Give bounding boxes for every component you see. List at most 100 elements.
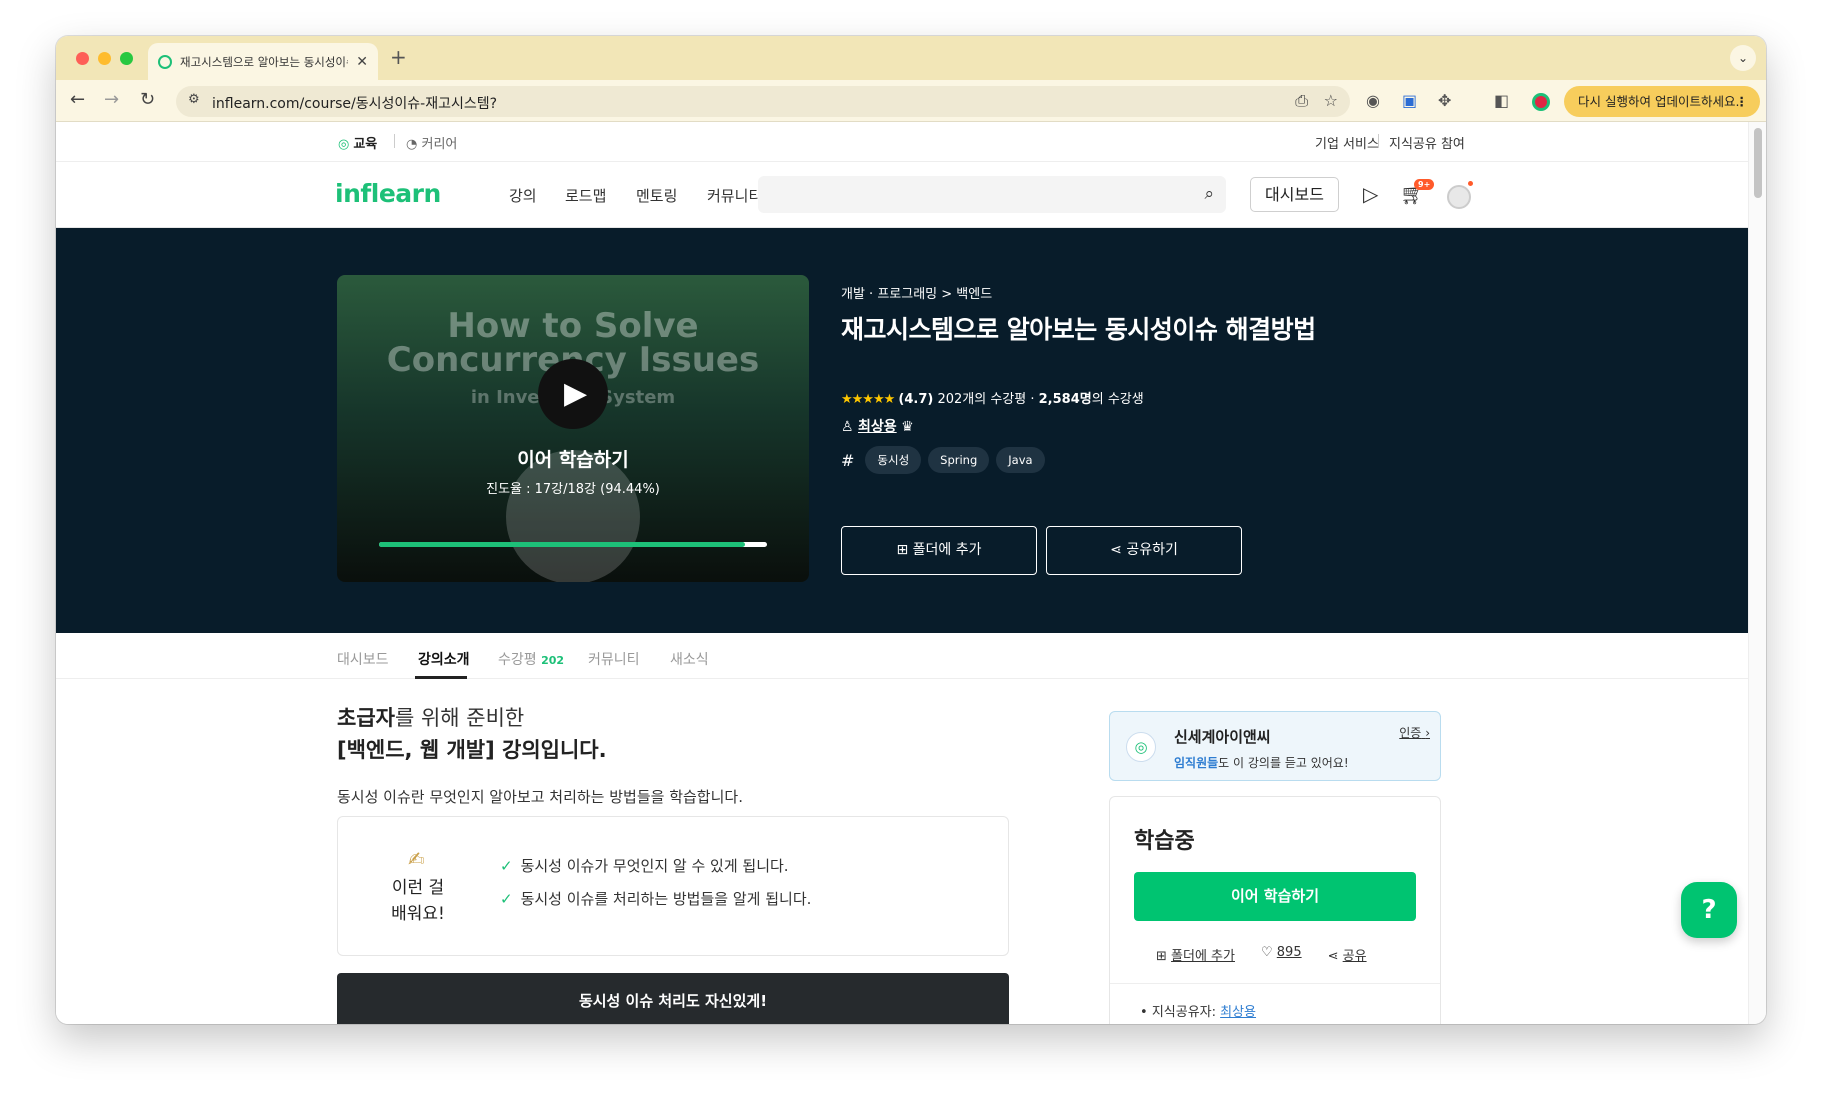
check-icon: ✓	[500, 857, 513, 875]
review-count[interactable]: 202개의 수강평	[937, 392, 1026, 407]
site-info-icon[interactable]: ⚙	[188, 92, 200, 107]
learn-item-text: 동시성 이슈를 처리하는 방법들을 알게 됩니다.	[520, 890, 812, 908]
tab-introduction[interactable]: 강의소개	[418, 649, 470, 669]
utility-bar: ◎ 교육 ◔ 커리어 기업 서비스 지식공유 참여	[56, 122, 1748, 162]
progress-text: 진도율 : 17강/18강 (94.44%)	[486, 482, 660, 497]
maximize-window-button[interactable]	[120, 52, 133, 65]
user-avatar[interactable]	[1447, 185, 1471, 209]
promo-banner: 동시성 이슈 처리도 자신있게!	[337, 973, 1009, 1024]
inflearn-logo[interactable]: inflearn	[335, 179, 441, 208]
tab-search-button[interactable]: ⌄	[1730, 45, 1756, 71]
share-label: 공유하기	[1126, 542, 1178, 558]
tab-news[interactable]: 새소식	[670, 649, 709, 669]
divider	[1110, 983, 1440, 984]
browser-window: 재고시스템으로 알아보는 동시성이슈 ✕ + ⌄ ← → ↻ ⚙ inflear…	[56, 36, 1766, 1024]
tab-dashboard[interactable]: 대시보드	[337, 649, 389, 669]
address-bar[interactable]: ⚙ inflearn.com/course/동시성이슈-재고시스템? ⎙ ☆	[176, 86, 1350, 117]
nav-community[interactable]: 커뮤니티	[707, 185, 762, 206]
tab-title: 재고시스템으로 알아보는 동시성이슈	[180, 54, 349, 69]
company-auth-link[interactable]: 인증 ›	[1399, 724, 1430, 741]
page-scrollbar[interactable]	[1748, 122, 1766, 1024]
add-to-folder-button[interactable]: ⊞ 폴더에 추가	[841, 526, 1037, 575]
breadcrumb[interactable]: 개발 · 프로그래밍 > 백엔드	[841, 283, 992, 302]
browser-tab-active[interactable]: 재고시스템으로 알아보는 동시성이슈 ✕	[148, 43, 378, 80]
company-suffix: 도 이 강의를 듣고 있어요!	[1218, 756, 1349, 770]
card-actions: ⊞ 폴더에 추가 ♡ 895 ⋖ 공유	[1156, 945, 1367, 964]
intro-bold: 초급자	[337, 706, 395, 730]
share-knowledge-link[interactable]: 지식공유 참여	[1389, 133, 1465, 152]
heart-icon: ♡	[1260, 945, 1273, 960]
enrollment-card: 학습중 이어 학습하기 ⊞ 폴더에 추가 ♡ 895 ⋖ 공유 • 지식공유자:…	[1109, 796, 1441, 1024]
search-icon[interactable]: ⌕	[1204, 184, 1214, 204]
active-tab-indicator	[415, 676, 467, 679]
tab-reviews[interactable]: 수강평 202	[498, 649, 564, 669]
sidebar-share-button[interactable]: ⋖ 공유	[1328, 945, 1367, 964]
nav-mentoring[interactable]: 멘토링	[636, 185, 677, 206]
business-link[interactable]: 기업 서비스	[1315, 133, 1379, 152]
folder-plus-icon: ⊞	[1156, 949, 1167, 964]
company-card[interactable]: ◎ 신세계아이앤씨 임직원들도 이 강의를 듣고 있어요! 인증 ›	[1109, 711, 1441, 781]
like-count: 895	[1276, 945, 1302, 960]
owner-name-link[interactable]: 최상용	[1220, 1005, 1256, 1020]
browser-toolbar: ← → ↻ ⚙ inflearn.com/course/동시성이슈-재고시스템?…	[56, 80, 1766, 122]
writing-hand-icon: ✍	[408, 847, 425, 871]
tab-community[interactable]: 커뮤니티	[588, 649, 640, 669]
reload-icon[interactable]: ↻	[140, 89, 155, 110]
help-chat-button[interactable]: ?	[1681, 882, 1737, 938]
side-panel-icon[interactable]: ◧	[1494, 91, 1509, 110]
translate-extension-icon[interactable]: ▣	[1402, 91, 1417, 110]
company-logo-icon: ◎	[1126, 732, 1156, 762]
url-text[interactable]: inflearn.com/course/동시성이슈-재고시스템?	[212, 93, 497, 113]
nav-lectures[interactable]: 강의	[509, 185, 537, 206]
play-icon[interactable]: ▷	[1363, 182, 1378, 206]
course-description: 동시성 이슈란 무엇인지 알아보고 처리하는 방법들을 학습합니다.	[337, 788, 743, 806]
profile-avatar[interactable]	[1532, 93, 1550, 111]
course-thumbnail[interactable]: How to Solve Concurrency Issues in Inven…	[337, 275, 809, 582]
what-you-learn-label: 이런 걸 배워요!	[391, 878, 445, 924]
global-nav: inflearn 강의 로드맵 멘토링 커뮤니티 ⌕ 대시보드 ▷ 🛒︎ 9+	[56, 162, 1748, 228]
tag-chip[interactable]: Java	[996, 447, 1045, 473]
dashboard-button[interactable]: 대시보드	[1250, 177, 1339, 212]
course-title: 재고시스템으로 알아보는 동시성이슈 해결방법	[841, 315, 1316, 344]
edu-label: 교육	[353, 137, 378, 152]
minimize-window-button[interactable]	[98, 52, 111, 65]
update-button[interactable]: 다시 실행하여 업데이트하세요. ⋮	[1564, 86, 1760, 117]
continue-learning-label[interactable]: 이어 학습하기	[337, 445, 809, 472]
bookmark-star-icon[interactable]: ☆	[1324, 91, 1338, 110]
new-tab-button[interactable]: +	[390, 45, 407, 69]
update-label: 다시 실행하여 업데이트하세요.	[1578, 94, 1740, 109]
tag-chip[interactable]: 동시성	[865, 446, 922, 474]
forward-icon[interactable]: →	[104, 89, 119, 110]
install-app-icon[interactable]: ⎙	[1295, 91, 1308, 111]
course-tabs: 대시보드 강의소개 수강평 202 커뮤니티 새소식	[56, 633, 1748, 679]
tab-strip: 재고시스템으로 알아보는 동시성이슈 ✕ + ⌄	[56, 36, 1766, 80]
career-link[interactable]: ◔ 커리어	[406, 133, 457, 152]
edu-link[interactable]: ◎ 교육	[338, 133, 377, 152]
learn-item: ✓ 동시성 이슈를 처리하는 방법들을 알게 됩니다.	[500, 888, 811, 909]
sidebar-folder-button[interactable]: ⊞ 폴더에 추가	[1156, 945, 1235, 964]
divider	[394, 134, 395, 148]
like-button[interactable]: ♡ 895	[1261, 945, 1302, 964]
tag-chip[interactable]: Spring	[928, 447, 990, 473]
instructor: ♙ 최상용 ♛	[841, 416, 914, 436]
rating-row: ★★★★★ (4.7) 202개의 수강평 · 2,584명의 수강생	[841, 392, 1144, 407]
camera-icon[interactable]: ◉	[1366, 91, 1380, 110]
window-controls	[76, 52, 133, 65]
close-window-button[interactable]	[76, 52, 89, 65]
continue-learning-button[interactable]: 이어 학습하기	[1134, 872, 1416, 921]
students-count: 2,584명	[1038, 392, 1092, 407]
rating-stars-icon: ★★★★★	[841, 392, 895, 407]
close-tab-icon[interactable]: ✕	[356, 54, 368, 70]
intro-rest: 를 위해 준비한	[394, 706, 525, 730]
extensions-puzzle-icon[interactable]: ✥	[1438, 91, 1451, 110]
progress-bar-fill	[379, 542, 746, 547]
scrollbar-thumb[interactable]	[1754, 128, 1762, 198]
hash-icon: #	[841, 450, 855, 470]
search-input[interactable]: ⌕	[758, 176, 1226, 213]
play-button[interactable]: ▶	[538, 359, 608, 429]
more-menu-icon[interactable]: ⋮	[1736, 86, 1749, 117]
instructor-name[interactable]: 최상용	[858, 419, 897, 435]
nav-roadmap[interactable]: 로드맵	[565, 185, 606, 206]
back-icon[interactable]: ←	[70, 89, 85, 110]
share-button[interactable]: ⋖ 공유하기	[1046, 526, 1242, 575]
